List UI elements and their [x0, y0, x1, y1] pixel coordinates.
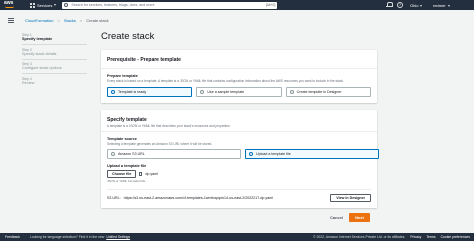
radio-icon	[289, 90, 294, 94]
form-actions: Cancel Next	[330, 213, 370, 222]
chevron-down-icon	[447, 4, 450, 7]
option-amazon-s3-url[interactable]: Amazon S3 URL	[107, 149, 241, 159]
prerequisite-panel: Prerequisite - Prepare template Prepare …	[101, 50, 377, 103]
option-create-in-designer[interactable]: Create template in Designer	[285, 87, 371, 97]
notifications-bell-icon[interactable]	[386, 2, 393, 8]
upload-template-label: Upload a template file	[107, 164, 147, 168]
wizard-step-4: Step 4 Review	[22, 77, 87, 85]
template-source-label: Template source	[107, 137, 137, 141]
breadcrumb-cloudformation[interactable]: CloudFormation	[25, 18, 53, 23]
s3-url-text: S3 URL: https://s3.us-east-2.amazonaws.c…	[107, 196, 273, 200]
account-menu[interactable]: redmer	[433, 3, 450, 8]
region-selector[interactable]: Ohio	[410, 3, 423, 8]
wizard-steps: Step 1 Specify template Step 2 Specify s…	[22, 33, 87, 92]
radio-icon	[200, 90, 205, 94]
search-icon	[64, 3, 69, 7]
radio-icon	[111, 152, 115, 156]
prepare-template-label: Prepare template	[107, 74, 138, 78]
chevron-down-icon	[54, 4, 57, 6]
cancel-button[interactable]: Cancel	[330, 215, 343, 220]
option-label: Upload a template file	[256, 152, 291, 156]
search-placeholder: Search for services, features, blogs, do…	[71, 3, 155, 7]
s3-url-label: S3 URL:	[107, 196, 121, 200]
file-icon	[139, 172, 143, 176]
cookie-preferences-link[interactable]: Cookie preferences	[441, 235, 470, 239]
search-shortcut-hint: [Alt+S]	[265, 2, 276, 7]
breadcrumb: CloudFormation > Stacks > Create stack	[25, 18, 109, 23]
copyright-text: © 2022, Amazon Internet Services Private…	[313, 235, 406, 239]
account-label: redmer	[433, 3, 446, 8]
services-menu-button[interactable]: Services	[30, 2, 57, 8]
aws-smile-icon	[5, 6, 14, 8]
specify-template-panel: Specify template A template is a JSON or…	[101, 110, 379, 208]
step-divider	[22, 58, 87, 60]
choose-file-button[interactable]: Choose file	[107, 170, 137, 178]
wizard-step-3: Step 3 Configure stack options	[22, 62, 87, 70]
prepare-template-options: Template is ready Use a sample template …	[107, 87, 371, 97]
radio-selected-icon	[111, 90, 115, 94]
wizard-step-1[interactable]: Step 1 Specify template	[22, 33, 87, 41]
breadcrumb-current: Create stack	[86, 18, 109, 23]
prerequisite-header: Prerequisite - Prepare template	[101, 50, 377, 69]
option-upload-template-file[interactable]: Upload a template file	[245, 149, 379, 159]
chevron-down-icon	[420, 4, 423, 7]
step-name: Specify stack details	[22, 51, 57, 56]
specify-template-header: Specify template	[107, 117, 147, 123]
option-label: Template is ready	[118, 90, 147, 94]
step-name: Configure stack options	[22, 66, 62, 71]
prepare-template-description: Every stack is based on a template. A te…	[107, 79, 344, 83]
option-use-sample-template[interactable]: Use a sample template	[196, 87, 282, 97]
step-divider	[22, 73, 87, 74]
option-label: Create template in Designer	[296, 90, 342, 94]
menu-toggle-icon[interactable]	[8, 18, 14, 23]
option-template-is-ready[interactable]: Template is ready	[107, 87, 193, 97]
services-label: Services	[37, 2, 53, 8]
privacy-link[interactable]: Privacy	[410, 235, 421, 239]
language-notice-text: Looking for language selection? Find it …	[29, 235, 105, 239]
region-label: Ohio	[410, 3, 419, 8]
terms-link[interactable]: Terms	[426, 235, 435, 239]
file-format-hint: JSON or YAML formatted file	[107, 179, 146, 183]
template-source-options: Amazon S3 URL Upload a template file	[107, 149, 379, 159]
page-title: Create stack	[101, 31, 155, 42]
unified-settings-link[interactable]: Unified Settings	[106, 235, 130, 239]
help-icon[interactable]: ?	[397, 2, 403, 8]
wizard-step-2: Step 2 Specify stack details	[22, 48, 87, 56]
s3-url-value: https://s3.us-east-2.amazonaws.com/cf-te…	[123, 196, 274, 200]
specify-template-description: A template is a JSON or YAML file that d…	[101, 124, 377, 132]
template-source-description: Selecting a template generates an Amazon…	[107, 142, 213, 146]
search-input[interactable]: Search for services, features, blogs, do…	[62, 1, 278, 9]
file-upload-row: Choose file dp.yaml	[107, 170, 371, 178]
breadcrumb-stacks[interactable]: Stacks	[64, 18, 76, 23]
step-divider	[22, 44, 87, 45]
next-button[interactable]: Next	[349, 213, 370, 222]
breadcrumb-separator-icon: >	[57, 18, 60, 23]
radio-selected-icon	[249, 152, 253, 156]
selected-file-name: dp.yaml	[145, 172, 158, 176]
footer-links: © 2022, Amazon Internet Services Private…	[313, 235, 470, 239]
feedback-link[interactable]: Feedback	[5, 235, 20, 239]
view-in-designer-button[interactable]: View in Designer	[330, 194, 371, 202]
footer: Feedback Looking for language selection?…	[0, 233, 474, 241]
option-label: Use a sample template	[207, 90, 245, 94]
language-notice: Looking for language selection? Find it …	[30, 235, 130, 239]
step-name: Specify template	[22, 37, 53, 41]
aws-logo[interactable]: aws	[4, 0, 22, 9]
step-name: Review	[22, 80, 35, 85]
breadcrumb-separator-icon: >	[79, 18, 83, 23]
top-navigation-bar: aws Services Search for services, featur…	[0, 0, 474, 10]
option-label: Amazon S3 URL	[118, 152, 145, 156]
s3-url-row: S3 URL: https://s3.us-east-2.amazonaws.c…	[107, 189, 371, 202]
services-grid-icon	[30, 2, 35, 8]
